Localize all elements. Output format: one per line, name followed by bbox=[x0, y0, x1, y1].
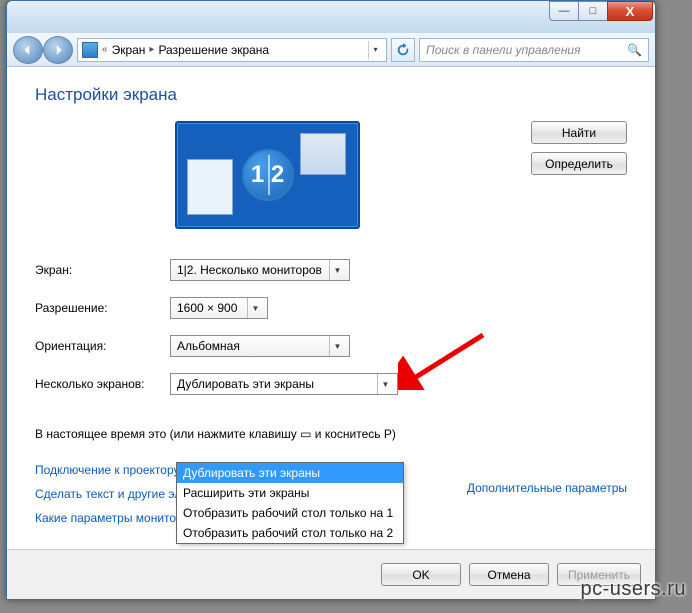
search-input[interactable]: Поиск в панели управления 🔍 bbox=[419, 38, 649, 62]
dropdown-option[interactable]: Отобразить рабочий стол только на 1 bbox=[177, 503, 403, 523]
content-area: Настройки экрана 1 2 Найти Определить Эк… bbox=[7, 67, 655, 549]
breadcrumb-item[interactable]: Разрешение экрана bbox=[158, 43, 269, 57]
select-value: Альбомная bbox=[177, 339, 329, 353]
screen-label: Экран: bbox=[35, 263, 170, 277]
chevron-down-icon: ▼ bbox=[329, 260, 345, 280]
orientation-label: Ориентация: bbox=[35, 339, 170, 353]
back-button[interactable] bbox=[13, 36, 43, 64]
chevron-icon: « bbox=[102, 44, 108, 55]
minimize-button[interactable]: — bbox=[549, 1, 579, 21]
dropdown-option[interactable]: Расширить эти экраны bbox=[177, 483, 403, 503]
chevron-right-icon: ▸ bbox=[149, 44, 154, 55]
close-button[interactable]: X bbox=[607, 1, 653, 21]
find-button[interactable]: Найти bbox=[531, 121, 627, 144]
select-value: Дублировать эти экраны bbox=[177, 377, 377, 391]
select-value: 1600 × 900 bbox=[177, 301, 247, 315]
screen-select[interactable]: 1|2. Несколько мониторов ▼ bbox=[170, 259, 350, 281]
resolution-label: Разрешение: bbox=[35, 301, 170, 315]
dropdown-option[interactable]: Дублировать эти экраны bbox=[177, 463, 403, 483]
watermark: pc-users.ru bbox=[580, 578, 686, 601]
monitor-preview[interactable]: 1 2 bbox=[175, 121, 360, 229]
multi-screen-dropdown[interactable]: Дублировать эти экраны Расширить эти экр… bbox=[176, 462, 404, 544]
preview-window-icon bbox=[300, 133, 346, 175]
display-settings-window: — □ X « Экран ▸ Разрешение экрана ▾ bbox=[6, 0, 656, 600]
dialog-footer: OK Отмена Применить bbox=[7, 549, 655, 599]
navbar: « Экран ▸ Разрешение экрана ▾ Поиск в па… bbox=[7, 33, 655, 67]
breadcrumb-item[interactable]: Экран bbox=[112, 43, 146, 57]
forward-button[interactable] bbox=[43, 36, 73, 64]
chevron-down-icon: ▼ bbox=[247, 298, 263, 318]
ok-button[interactable]: OK bbox=[381, 563, 461, 586]
cancel-button[interactable]: Отмена bbox=[469, 563, 549, 586]
page-title: Настройки экрана bbox=[35, 85, 627, 105]
multi-screen-select[interactable]: Дублировать эти экраны ▼ bbox=[170, 373, 398, 395]
orientation-select[interactable]: Альбомная ▼ bbox=[170, 335, 350, 357]
search-placeholder: Поиск в панели управления bbox=[426, 43, 581, 57]
select-value: 1|2. Несколько мониторов bbox=[177, 263, 329, 277]
breadcrumb-dropdown-icon[interactable]: ▾ bbox=[368, 41, 382, 59]
control-panel-icon bbox=[82, 42, 98, 58]
monitor-number-badge: 1 2 bbox=[242, 149, 294, 201]
advanced-settings-link[interactable]: Дополнительные параметры bbox=[467, 481, 627, 495]
status-text: В настоящее время это (или нажмите клави… bbox=[35, 427, 627, 441]
multi-screen-label: Несколько экранов: bbox=[35, 377, 170, 391]
chevron-down-icon: ▼ bbox=[329, 336, 345, 356]
dropdown-option[interactable]: Отобразить рабочий стол только на 2 bbox=[177, 523, 403, 543]
maximize-button[interactable]: □ bbox=[578, 1, 608, 21]
preview-window-icon bbox=[187, 159, 233, 215]
breadcrumb[interactable]: « Экран ▸ Разрешение экрана ▾ bbox=[77, 38, 387, 62]
window-controls: — □ X bbox=[550, 1, 653, 21]
titlebar: — □ X bbox=[7, 1, 655, 33]
refresh-button[interactable] bbox=[391, 38, 415, 62]
search-icon: 🔍 bbox=[627, 43, 642, 57]
identify-button[interactable]: Определить bbox=[531, 152, 627, 175]
chevron-down-icon: ▼ bbox=[377, 374, 393, 394]
resolution-select[interactable]: 1600 × 900 ▼ bbox=[170, 297, 268, 319]
